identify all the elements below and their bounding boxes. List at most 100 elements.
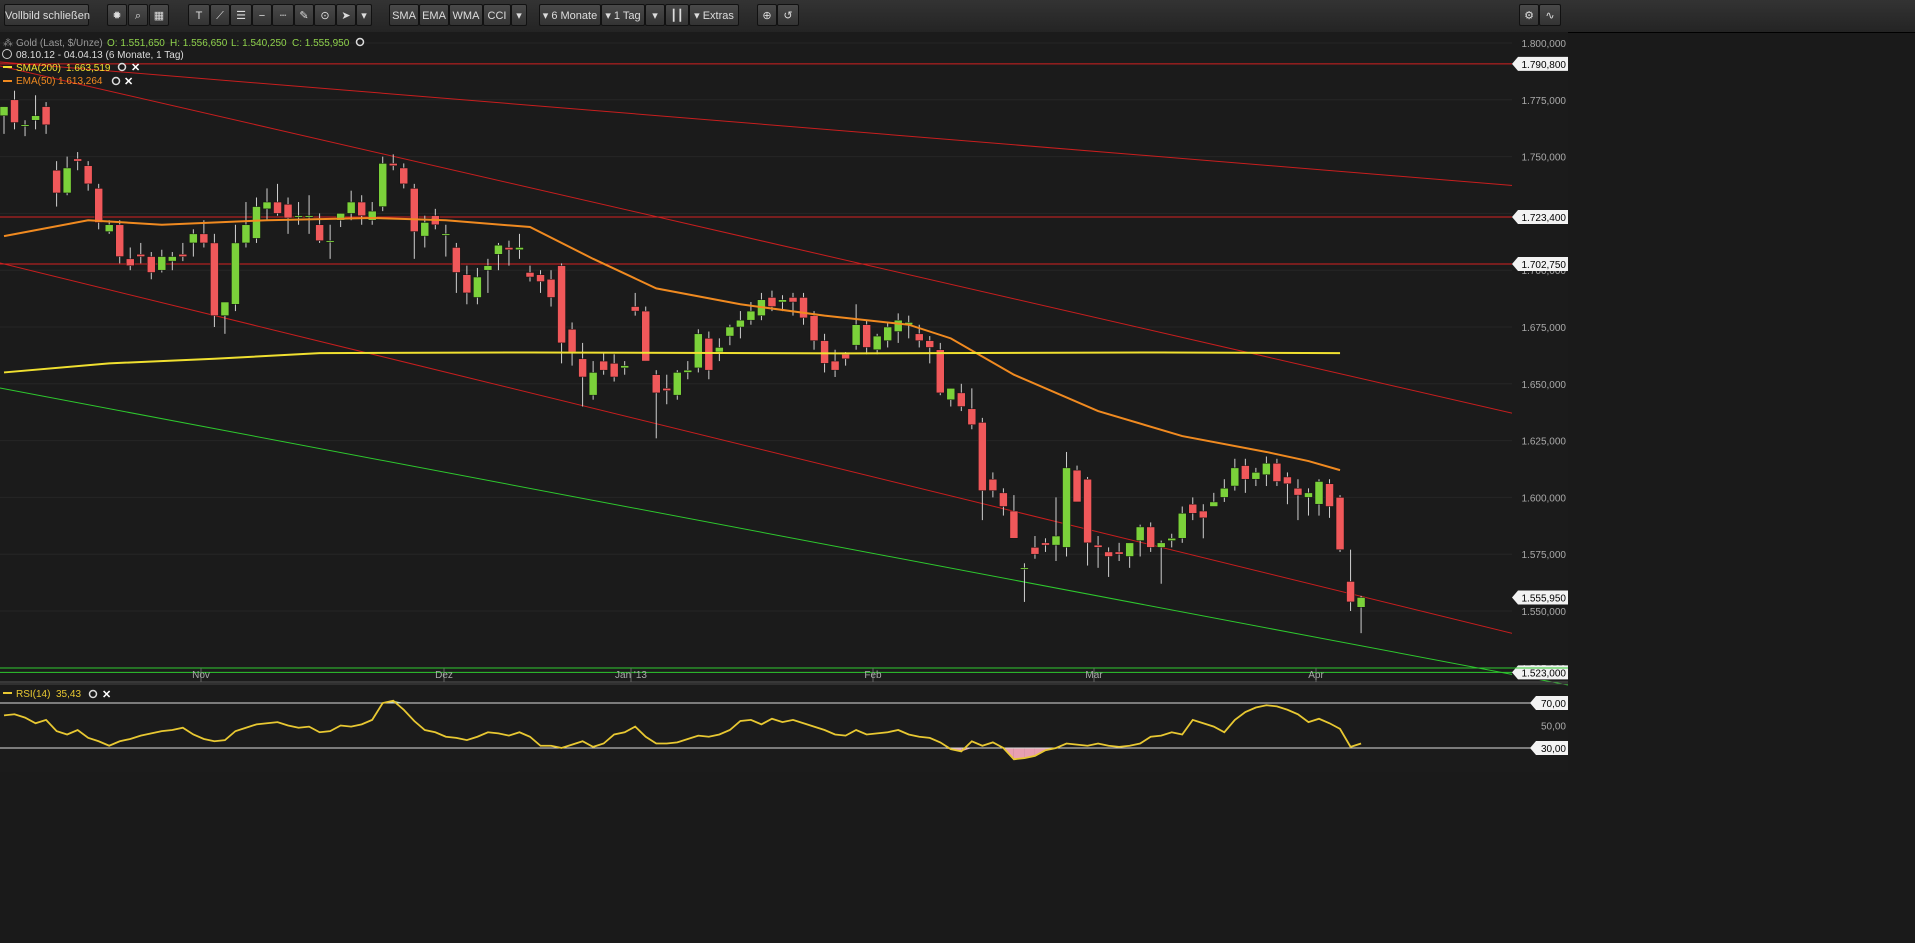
cci-button[interactable]: CCI (483, 4, 511, 26)
candle-body (158, 257, 166, 271)
text-tool-icon: T (196, 5, 203, 27)
price-tick-label: 1.550,000 (1522, 607, 1567, 618)
price-marker-label: 1.723,400 (1522, 213, 1567, 224)
line-tool-button[interactable]: ⟋ (210, 4, 230, 26)
price-marker-label: 1.790,800 (1522, 60, 1567, 71)
price-tick-label: 1.575,000 (1522, 550, 1567, 561)
layout-button[interactable]: ⚙ (1519, 4, 1539, 26)
candle-body (410, 188, 418, 231)
sma-button[interactable]: SMA (389, 4, 419, 26)
sma-close-icon[interactable]: ✕ (131, 62, 140, 74)
candle-body (484, 266, 492, 271)
chart-area[interactable]: 1.800,0001.775,0001.750,0001.725,0001.70… (0, 32, 1568, 772)
candle-body (126, 259, 134, 266)
ema-close-icon[interactable]: ✕ (124, 76, 133, 88)
indicator-button[interactable]: ∿ (1539, 4, 1561, 26)
candle-body (347, 202, 355, 213)
candle-body (1136, 527, 1144, 541)
candle-body (694, 334, 702, 368)
candle-body (305, 216, 313, 218)
rsi-swatch (3, 692, 12, 694)
price-tick-label: 1.775,000 (1522, 96, 1567, 107)
candle-body (1031, 547, 1039, 554)
candle-body (168, 257, 176, 262)
candle-body (379, 163, 387, 206)
cursor-button[interactable]: ➤ (336, 4, 356, 26)
cursor-dropdown-button[interactable]: ▾ (356, 4, 372, 26)
price-tick-label: 1.750,000 (1522, 153, 1567, 164)
layout-icon: ⚙ (1524, 5, 1534, 27)
candle-body (1094, 545, 1102, 547)
candle-body (231, 243, 239, 304)
candle-body (1347, 581, 1355, 601)
candle-body (726, 327, 734, 336)
zoom-in-button[interactable]: ⊕ (757, 4, 777, 26)
candle-body (852, 325, 860, 345)
candle-body (568, 329, 576, 352)
candle-body (978, 422, 986, 490)
rsi-tick-label: 50,00 (1541, 722, 1566, 733)
candle-body (1041, 543, 1049, 545)
pen-button[interactable]: ✎ (294, 4, 314, 26)
cci-label: CCI (488, 5, 507, 27)
rsi-tick-label: 30,00 (1541, 744, 1566, 755)
candle-body (810, 316, 818, 341)
ema-button[interactable]: EMA (419, 4, 449, 26)
target-button[interactable]: ⊙ (314, 4, 336, 26)
candle-body (84, 166, 92, 184)
search-button[interactable]: ⌕ (128, 4, 148, 26)
indicator-dropdown-button[interactable]: ▾ (511, 4, 527, 26)
period-select[interactable]: ▾ 6 Monate (539, 4, 601, 26)
candle-body (547, 279, 555, 297)
candle-body (789, 297, 797, 302)
target-icon: ⊙ (320, 5, 329, 27)
price-axis (1512, 32, 1568, 680)
candle-body (1210, 502, 1218, 507)
candle-body (442, 234, 450, 236)
candle-body (1126, 543, 1134, 557)
rsi-tick-label: 70,00 (1541, 699, 1566, 710)
grid-icon: ▦ (154, 5, 164, 27)
ema-label: EMA (422, 5, 446, 27)
extras-select[interactable]: ▾ Extras (689, 4, 739, 26)
horizontal-line-button[interactable]: − (252, 4, 272, 26)
fibonacci-tool-button[interactable]: ☰ (230, 4, 252, 26)
candle-body (32, 116, 40, 121)
candle-body (274, 202, 282, 213)
toolbar: Vollbild schließen ✹ ⌕ ▦ T ⟋ ☰ − ┄ ✎ ⊙ ➤… (0, 0, 1915, 33)
candle-body (137, 254, 145, 256)
sma-label: SMA (392, 5, 416, 27)
x-axis-label: Apr (1308, 670, 1324, 681)
candle-body (1357, 597, 1365, 607)
text-tool-button[interactable]: T (188, 4, 210, 26)
candle-body (53, 170, 61, 193)
settings-button[interactable]: ✹ (107, 4, 127, 26)
candle-body (63, 168, 71, 193)
indicator-icon: ∿ (1545, 5, 1554, 27)
undo-button[interactable]: ↺ (777, 4, 799, 26)
candle-body (1073, 470, 1081, 502)
close-fullscreen-button[interactable]: Vollbild schließen (4, 4, 89, 26)
candle-body (42, 107, 50, 125)
candle-body (473, 277, 481, 297)
interval-select[interactable]: ▾ 1 Tag (601, 4, 645, 26)
wma-button[interactable]: WMA (449, 4, 483, 26)
candle-body (1168, 538, 1176, 540)
rsi-close-icon[interactable]: ✕ (102, 689, 111, 701)
candle-body (147, 257, 155, 273)
candle-body (389, 163, 397, 165)
date-range: 08.10.12 - 04.04.13 (6 Monate, 1 Tag) (16, 50, 184, 61)
candle-body (715, 347, 723, 352)
chart-type-button[interactable]: ┃┃ (665, 4, 689, 26)
grid-button[interactable]: ▦ (149, 4, 169, 26)
dashed-line-button[interactable]: ┄ (272, 4, 294, 26)
candle-body (915, 334, 923, 341)
candle-body (936, 350, 944, 393)
candle-body (21, 125, 29, 127)
candle-body (736, 320, 744, 327)
candle-body (1052, 536, 1060, 545)
dropdown-icon: ▾ (605, 5, 614, 27)
candle-body (452, 247, 460, 272)
candle-body (884, 327, 892, 341)
interval-dropdown-button[interactable]: ▾ (645, 4, 665, 26)
